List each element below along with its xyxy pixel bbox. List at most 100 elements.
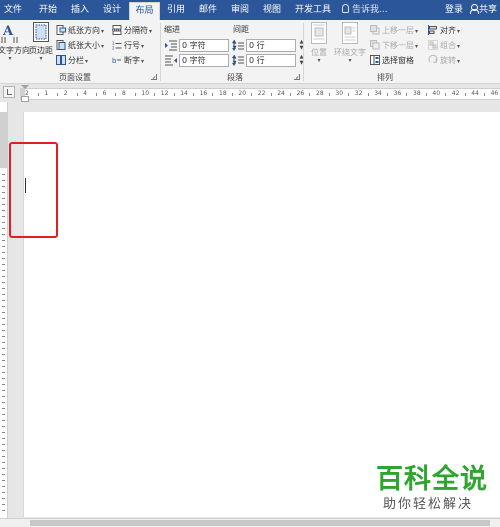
ruler-label: 36	[393, 90, 402, 97]
document-page[interactable]	[23, 112, 500, 517]
columns-icon	[56, 55, 66, 65]
spacing-after-spinner[interactable]: 0 行 ▲ ▼	[232, 54, 307, 67]
spacing-before-input[interactable]: 0 行	[246, 39, 296, 52]
bring-forward-icon	[370, 25, 380, 35]
horizontal-scrollbar[interactable]	[0, 518, 500, 527]
indent-left-spinner[interactable]: 0 字符 ▲▼	[165, 39, 240, 52]
indent-right-icon	[165, 55, 177, 66]
ruler-tick	[173, 93, 175, 96]
ruler-label: 40	[432, 90, 441, 97]
indent-left-input[interactable]: 0 字符	[179, 39, 229, 52]
vertical-ruler-tick	[2, 264, 5, 265]
ruler-tick	[212, 93, 214, 96]
size-button[interactable]: 纸张大小▾	[56, 39, 104, 53]
ruler-tick	[57, 93, 59, 96]
tab-9[interactable]: 开发工具	[290, 0, 336, 20]
tab-8[interactable]: 视图	[258, 0, 286, 20]
tab-3[interactable]: 设计	[98, 0, 126, 20]
tell-me-search[interactable]: 告诉我...	[342, 0, 388, 20]
vertical-ruler-tick	[2, 336, 5, 337]
highlight-box	[9, 142, 58, 238]
spacing-before-spinner[interactable]: 0 行 ▲ ▼	[232, 39, 307, 52]
ruler-tick	[76, 93, 78, 96]
vertical-ruler-tick	[2, 504, 5, 505]
spacing-after-input[interactable]: 0 行	[246, 54, 296, 67]
tab-7[interactable]: 审阅	[226, 0, 254, 20]
vertical-ruler-tick	[2, 426, 5, 427]
ruler-tick	[251, 93, 253, 96]
ruler-label: 44	[471, 90, 479, 97]
horizontal-ruler[interactable]: 2 1 2 4 6 8 10 12 14 16 18 20 22 24 26 28 30 32 34 36 38 40 42…	[20, 88, 500, 100]
ruler-label: 32	[354, 90, 363, 97]
columns-button[interactable]: 分栏▾	[56, 54, 88, 68]
orientation-button[interactable]: 纸张方向▾	[56, 24, 104, 38]
vertical-ruler-tick	[2, 258, 5, 259]
vertical-ruler-tick	[2, 474, 5, 475]
chevron-down-icon: ▾	[101, 43, 105, 50]
ruler-tick	[483, 93, 485, 96]
tab-stop-selector[interactable]	[3, 86, 15, 98]
ruler-label: 16	[199, 90, 208, 97]
send-backward-button[interactable]: 下移一层▾	[370, 39, 418, 53]
vertical-ruler-tick	[2, 450, 5, 451]
line-numbers-button[interactable]: 1 2 行号▾	[112, 39, 144, 53]
margins-button[interactable]: 页边距 ▾	[27, 21, 55, 62]
sign-in-link[interactable]: 登录	[445, 0, 463, 20]
align-icon	[428, 25, 437, 35]
vertical-ruler-tick	[2, 414, 5, 415]
wrap-text-button[interactable]: 环绕文字 ▾	[333, 21, 367, 64]
vertical-ruler-tick	[2, 480, 5, 481]
vertical-ruler-tick	[2, 396, 5, 397]
position-button[interactable]: 位置 ▾	[307, 21, 331, 64]
ruler-tick	[192, 93, 194, 96]
rotate-button[interactable]: 旋转▾	[428, 54, 460, 68]
first-line-indent-marker[interactable]	[21, 85, 29, 89]
indent-right-spinner[interactable]: 0 字符 ▲▼	[165, 54, 240, 67]
tell-me-text: 告诉我...	[352, 5, 388, 15]
ruler-tick	[425, 93, 427, 96]
vertical-ruler-tick	[2, 294, 5, 295]
group-button[interactable]: 组合▾	[428, 39, 460, 53]
chevron-down-icon: ▾	[317, 57, 321, 64]
ribbon-layout: A 文字方向 ▾ 页边距 ▾ 纸张方向▾ 纸张大小▾ 分栏▾ 分隔符▾ 1 2 行号…	[0, 20, 500, 84]
vertical-ruler[interactable]	[0, 102, 8, 518]
ruler-label: 14	[180, 90, 188, 97]
paragraph-dialog-launcher[interactable]	[294, 74, 300, 80]
tab-5[interactable]: 引用	[162, 0, 190, 20]
left-indent-marker[interactable]	[21, 96, 29, 102]
scrollbar-thumb[interactable]	[30, 520, 490, 526]
arrange-group-label: 排列	[377, 73, 393, 82]
person-icon	[470, 4, 479, 14]
breaks-button[interactable]: 分隔符▾	[112, 24, 152, 38]
tab-2[interactable]: 插入	[66, 0, 94, 20]
text-direction-button[interactable]: A 文字方向 ▾	[0, 21, 30, 62]
indent-right-input[interactable]: 0 字符	[179, 54, 229, 67]
indent-left-icon	[165, 40, 177, 51]
vertical-ruler-tick	[2, 192, 5, 193]
tab-6[interactable]: 邮件	[194, 0, 222, 20]
svg-text:b: b	[112, 57, 117, 65]
hyphenation-button[interactable]: b 断字▾	[112, 54, 144, 68]
vertical-ruler-tick	[2, 438, 5, 439]
group-label: 组合	[440, 41, 456, 50]
bring-forward-button[interactable]: 上移一层▾	[370, 24, 418, 38]
vertical-ruler-tick	[2, 492, 5, 493]
tab-1[interactable]: 开始	[34, 0, 62, 20]
selection-pane-button[interactable]: 选择窗格	[370, 54, 414, 68]
tab-0[interactable]: 文件	[0, 0, 26, 20]
page-setup-dialog-launcher[interactable]	[151, 74, 157, 80]
vertical-ruler-tick	[2, 228, 5, 229]
position-icon	[311, 22, 327, 44]
align-button[interactable]: 对齐▾	[428, 24, 460, 38]
chevron-down-icon: ▾	[8, 55, 12, 62]
ruler-label: 1	[44, 90, 49, 97]
ruler-tick	[464, 93, 466, 96]
share-button[interactable]: 共享	[470, 0, 497, 20]
vertical-ruler-tick	[2, 186, 5, 187]
ruler-tick	[406, 93, 408, 96]
vertical-ruler-tick	[2, 360, 5, 361]
vertical-ruler-tick	[2, 372, 5, 373]
tab-4[interactable]: 布局	[129, 2, 160, 20]
ruler-label: 30	[335, 90, 344, 97]
ruler-tick	[154, 93, 156, 96]
